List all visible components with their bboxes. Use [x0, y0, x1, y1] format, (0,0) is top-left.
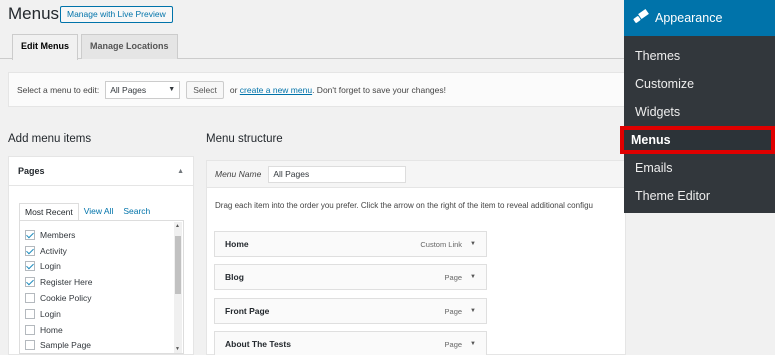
list-item[interactable]: Cookie Policy: [25, 290, 92, 306]
submenu-item-themes[interactable]: Themes: [624, 42, 775, 70]
pages-panel-title: Pages: [18, 166, 45, 176]
menu-item-front-page[interactable]: Front Page Page ▼: [214, 298, 487, 324]
select-menu-bar: Select a menu to edit: All Pages ▼ Selec…: [8, 72, 638, 107]
tab-edit-menus[interactable]: Edit Menus: [12, 34, 79, 60]
menu-item-blog[interactable]: Blog Page ▼: [214, 264, 487, 290]
subtab-most-recent[interactable]: Most Recent: [19, 203, 79, 221]
list-item[interactable]: Home: [25, 322, 92, 338]
checkbox[interactable]: [25, 324, 35, 335]
appearance-label: Appearance: [655, 11, 723, 25]
submenu-item-customize[interactable]: Customize: [624, 70, 775, 98]
chevron-down-icon: ▼: [168, 85, 176, 93]
appearance-submenu: Appearance Themes Customize Widgets Menu…: [620, 0, 775, 213]
menu-item-type: Page: [444, 272, 463, 282]
list-item-label: Sample Page: [40, 340, 92, 351]
submenu-item-emails[interactable]: Emails: [624, 154, 775, 182]
scroll-up-icon[interactable]: ▲: [175, 223, 180, 229]
menu-structure-panel: Menu Name All Pages Drag each item into …: [206, 160, 626, 355]
appearance-menu-header[interactable]: Appearance: [624, 0, 775, 36]
menu-item-about-the-tests[interactable]: About The Tests Page ▼: [214, 331, 487, 355]
checkbox[interactable]: [25, 261, 35, 272]
add-menu-items-heading: Add menu items: [8, 133, 92, 145]
list-item-label: Members: [40, 229, 76, 240]
or-text: or: [229, 84, 238, 95]
list-item[interactable]: Register Here: [25, 274, 92, 290]
list-item-label: Cookie Policy: [40, 293, 92, 304]
checkbox[interactable]: [25, 308, 35, 319]
menu-name-row: Menu Name All Pages: [207, 161, 625, 188]
checkbox[interactable]: [25, 245, 35, 256]
subtab-search[interactable]: Search: [118, 203, 155, 221]
pages-list-scrollbar[interactable]: ▲ ▼: [174, 222, 182, 353]
subtab-view-all[interactable]: View All: [79, 203, 119, 221]
menu-name-label: Menu Name: [215, 169, 262, 179]
menu-select-dropdown[interactable]: All Pages ▼: [105, 80, 181, 99]
expand-arrow-icon[interactable]: ▼: [470, 241, 476, 247]
create-new-menu-link[interactable]: create a new menu: [240, 85, 312, 95]
list-item[interactable]: Activity: [25, 243, 92, 259]
scroll-down-icon[interactable]: ▼: [175, 346, 180, 352]
submenu-item-widgets[interactable]: Widgets: [624, 98, 775, 126]
menu-item-type: Page: [444, 339, 463, 349]
drag-instructions: Drag each item into the order you prefer…: [215, 201, 593, 210]
list-item[interactable]: Login: [25, 306, 92, 322]
menu-item-home[interactable]: Home Custom Link ▼: [214, 231, 487, 257]
page-title: Menus: [8, 4, 60, 23]
select-button[interactable]: Select: [186, 80, 224, 99]
collapse-arrow-icon[interactable]: ▲: [177, 168, 184, 175]
paintbrush-icon: [633, 11, 649, 25]
menu-item-type: Custom Link: [420, 239, 463, 249]
menu-name-input[interactable]: All Pages: [268, 165, 407, 183]
list-item-label: Login: [40, 261, 61, 272]
pages-list: Members Activity Login Register Here Coo…: [25, 227, 92, 353]
list-item[interactable]: Sample Page: [25, 338, 92, 353]
list-item-label: Home: [40, 324, 63, 335]
list-item-label: Login: [40, 308, 61, 319]
menu-item-title: About The Tests: [225, 339, 291, 349]
submenu-item-menus[interactable]: Menus: [620, 126, 775, 154]
checkbox[interactable]: [25, 340, 35, 351]
pages-list-box: Members Activity Login Register Here Coo…: [19, 220, 184, 354]
pages-subtabs: Most Recent View All Search: [19, 203, 155, 221]
checkbox[interactable]: [25, 293, 35, 304]
menu-structure-heading: Menu structure: [206, 133, 283, 145]
list-item-label: Register Here: [40, 277, 93, 288]
select-menu-label: Select a menu to edit:: [17, 84, 100, 95]
menu-item-type: Page: [444, 306, 463, 316]
menu-item-title: Front Page: [225, 306, 270, 316]
pages-panel-header[interactable]: Pages ▲: [9, 157, 193, 186]
list-item-label: Activity: [40, 245, 67, 256]
list-item[interactable]: Login: [25, 259, 92, 275]
save-reminder-text: . Don't forget to save your changes!: [312, 84, 446, 95]
appearance-submenu-list: Themes Customize Widgets Menus Emails Th…: [620, 36, 775, 210]
scrollbar-thumb[interactable]: [175, 236, 181, 294]
list-item[interactable]: Members: [25, 227, 92, 243]
tab-manage-locations[interactable]: Manage Locations: [81, 34, 178, 59]
menu-item-title: Blog: [225, 272, 244, 282]
submenu-item-theme-editor[interactable]: Theme Editor: [624, 182, 775, 210]
checkbox[interactable]: [25, 277, 35, 288]
expand-arrow-icon[interactable]: ▼: [470, 341, 476, 347]
manage-live-preview-button[interactable]: Manage with Live Preview: [60, 6, 173, 23]
pages-panel: Pages ▲ Most Recent View All Search Memb…: [8, 156, 194, 355]
checkbox[interactable]: [25, 229, 35, 240]
expand-arrow-icon[interactable]: ▼: [470, 274, 476, 280]
expand-arrow-icon[interactable]: ▼: [470, 308, 476, 314]
menu-item-title: Home: [225, 239, 249, 249]
nav-tabs: Edit Menus Manage Locations: [12, 34, 178, 60]
menu-select-value: All Pages: [110, 84, 147, 95]
